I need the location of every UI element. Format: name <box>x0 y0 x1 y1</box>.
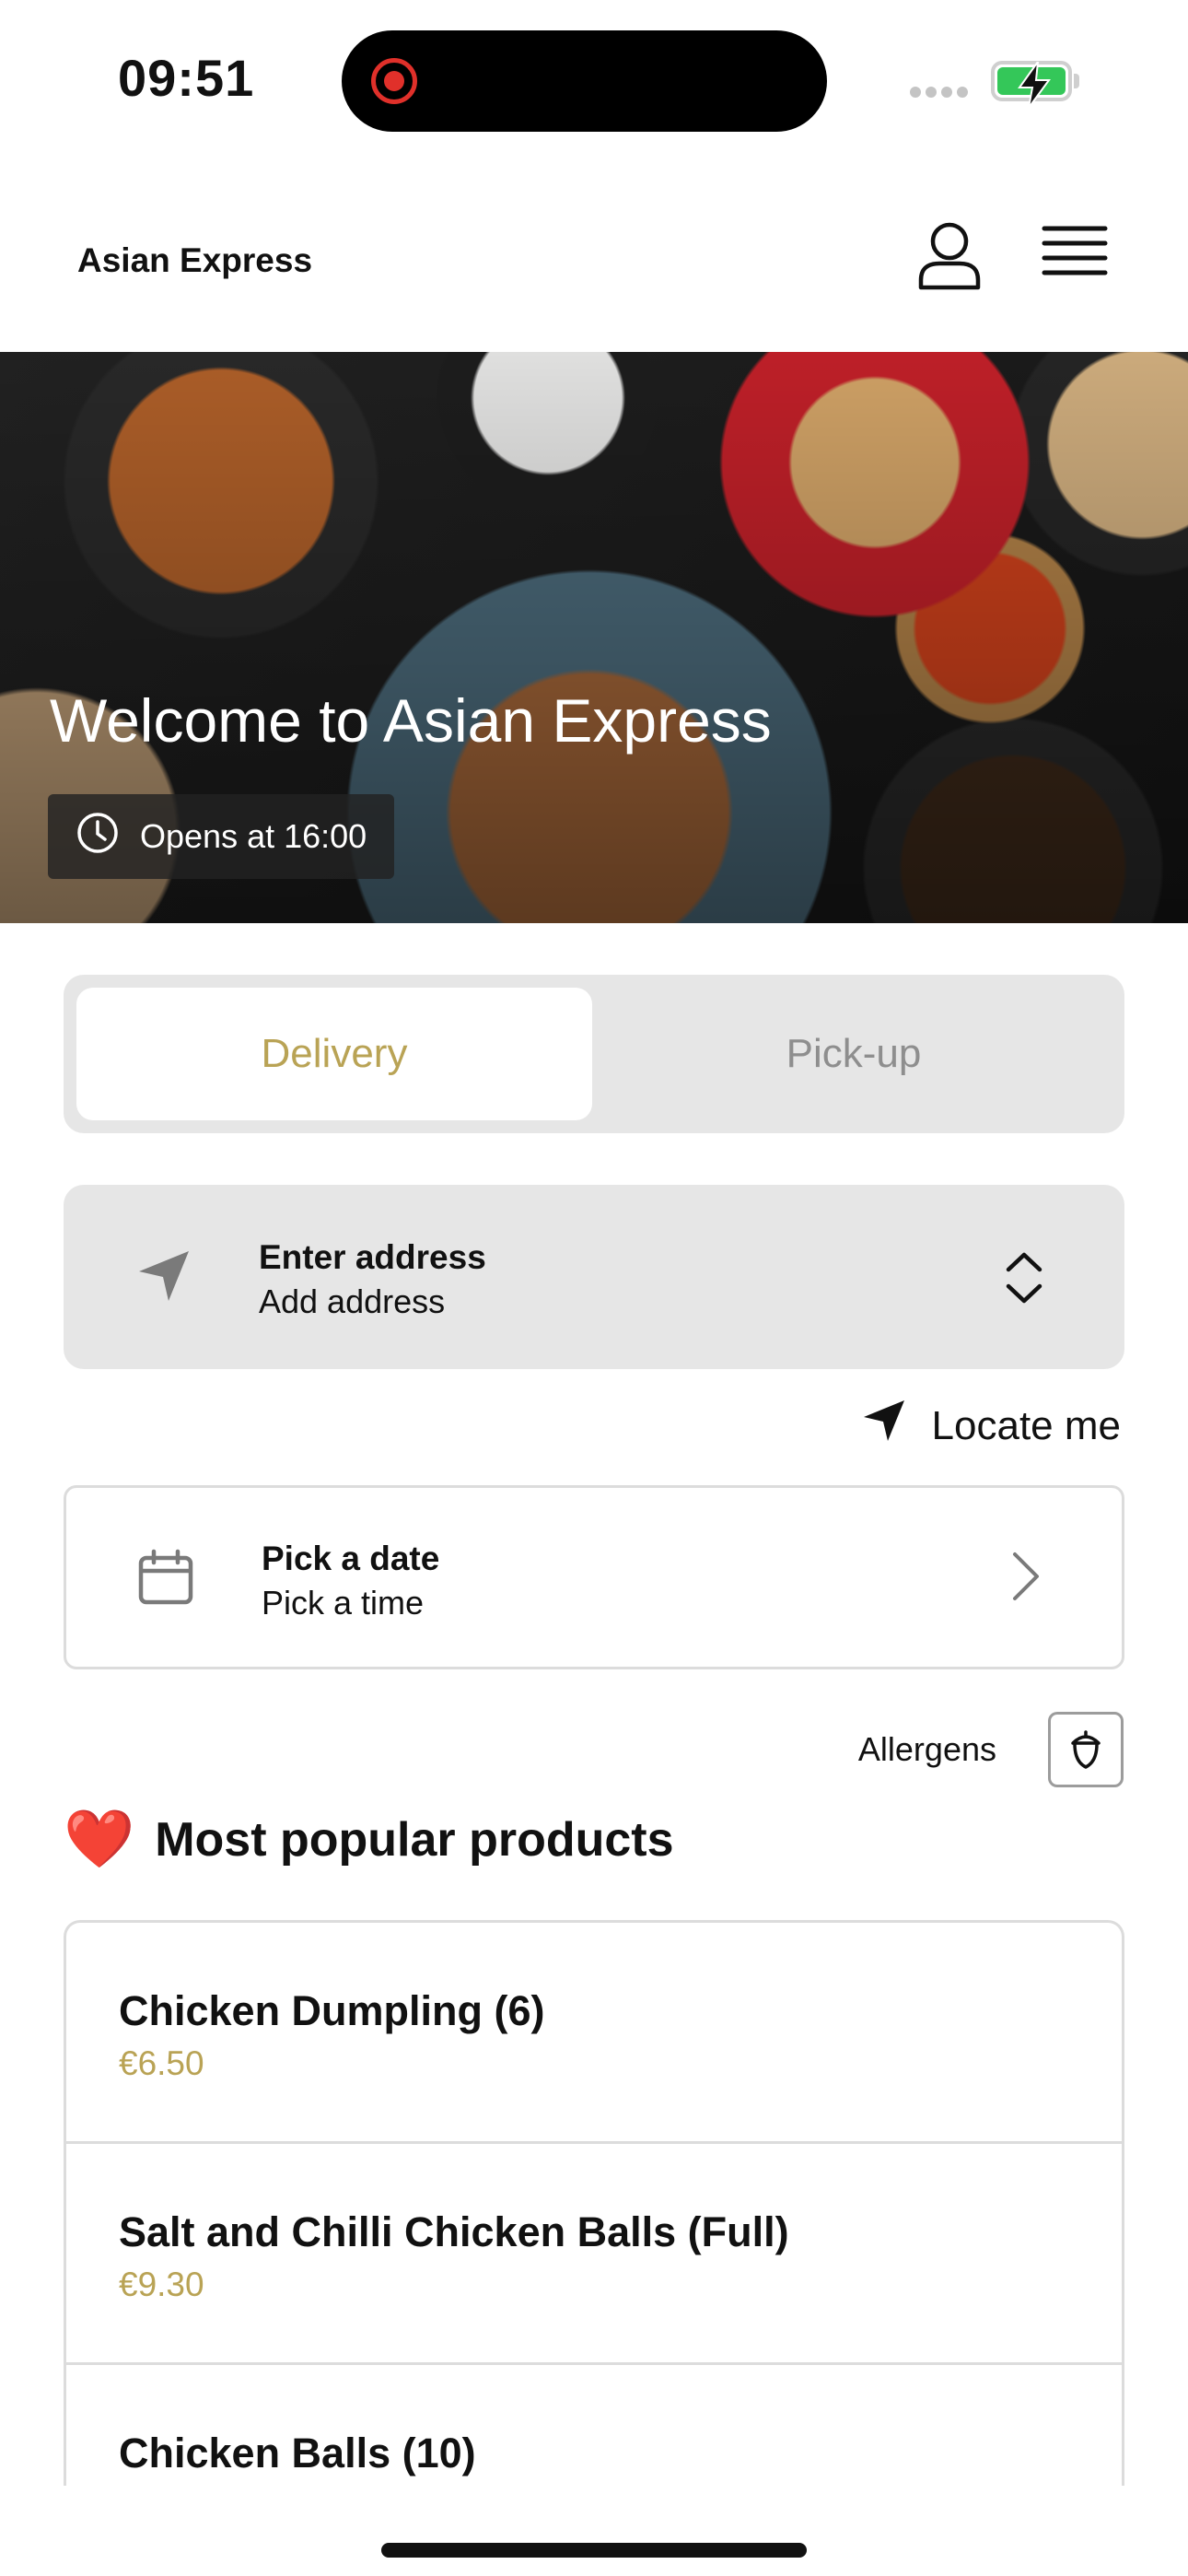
hero-title: Welcome to Asian Express <box>50 686 772 755</box>
hero-banner: Welcome to Asian Express Opens at 16:00 <box>0 352 1188 923</box>
dynamic-island <box>342 30 827 132</box>
product-price: €9.30 <box>119 2266 204 2303</box>
allergens-filter: Allergens <box>858 1712 1124 1787</box>
recording-indicator-icon <box>371 58 417 104</box>
app-screen: 09:51 Asian Express Welcome to Asian Exp… <box>0 0 1188 2576</box>
popular-products-title: Most popular products <box>155 1813 674 1867</box>
locate-me-button[interactable]: Locate me <box>862 1399 1121 1453</box>
clock-icon <box>76 811 120 863</box>
date-title: Pick a date <box>262 1540 440 1577</box>
opening-hours-badge: Opens at 16:00 <box>48 794 395 879</box>
product-name: Chicken Balls (10) <box>119 2430 476 2476</box>
product-name: Salt and Chilli Chicken Balls (Full) <box>119 2208 789 2255</box>
locate-me-label: Locate me <box>931 1402 1121 1448</box>
tab-delivery[interactable]: Delivery <box>76 988 592 1120</box>
hamburger-menu-icon[interactable] <box>1041 223 1109 282</box>
product-item[interactable]: Chicken Dumpling (6) €6.50 <box>66 1923 1122 2144</box>
allergens-button[interactable] <box>1048 1712 1124 1787</box>
cellular-signal-icon <box>910 86 973 102</box>
battery-nub <box>1074 74 1079 88</box>
status-bar: 09:51 <box>0 0 1188 157</box>
allergens-label: Allergens <box>857 1730 996 1768</box>
product-item[interactable]: Chicken Balls (10) <box>66 2365 1122 2486</box>
navigation-arrow-icon <box>135 1247 192 1309</box>
time-subtitle: Pick a time <box>262 1584 425 1622</box>
opening-hours-text: Opens at 16:00 <box>140 817 367 855</box>
tab-pickup[interactable]: Pick-up <box>596 988 1112 1120</box>
heart-icon: ❤️ <box>64 1808 135 1871</box>
address-subtitle: Add address <box>259 1282 446 1320</box>
location-arrow-icon <box>862 1399 906 1453</box>
product-name: Chicken Dumpling (6) <box>119 1987 545 2034</box>
home-indicator[interactable] <box>381 2543 807 2558</box>
status-time: 09:51 <box>118 49 255 107</box>
popular-products-heading: ❤️ Most popular products <box>64 1811 674 1868</box>
acorn-icon <box>1071 1730 1101 1769</box>
order-type-toggle: Delivery Pick-up <box>64 975 1124 1133</box>
brand-name[interactable]: Asian Express <box>77 241 312 280</box>
chevron-right-icon <box>1009 1551 1041 1607</box>
user-icon[interactable] <box>914 219 985 291</box>
battery-charging-icon <box>991 61 1072 108</box>
date-time-selector[interactable]: Pick a date Pick a time <box>64 1485 1124 1669</box>
product-item[interactable]: Salt and Chilli Chicken Balls (Full) €9.… <box>66 2144 1122 2365</box>
app-header: Asian Express <box>0 157 1188 352</box>
product-price: €6.50 <box>119 2044 204 2082</box>
address-selector[interactable]: Enter address Add address <box>64 1185 1124 1369</box>
chevron-up-down-icon <box>1003 1249 1045 1311</box>
product-list: Chicken Dumpling (6) €6.50 Salt and Chil… <box>64 1920 1124 2486</box>
address-title: Enter address <box>259 1238 486 1276</box>
calendar-icon <box>136 1549 195 1612</box>
